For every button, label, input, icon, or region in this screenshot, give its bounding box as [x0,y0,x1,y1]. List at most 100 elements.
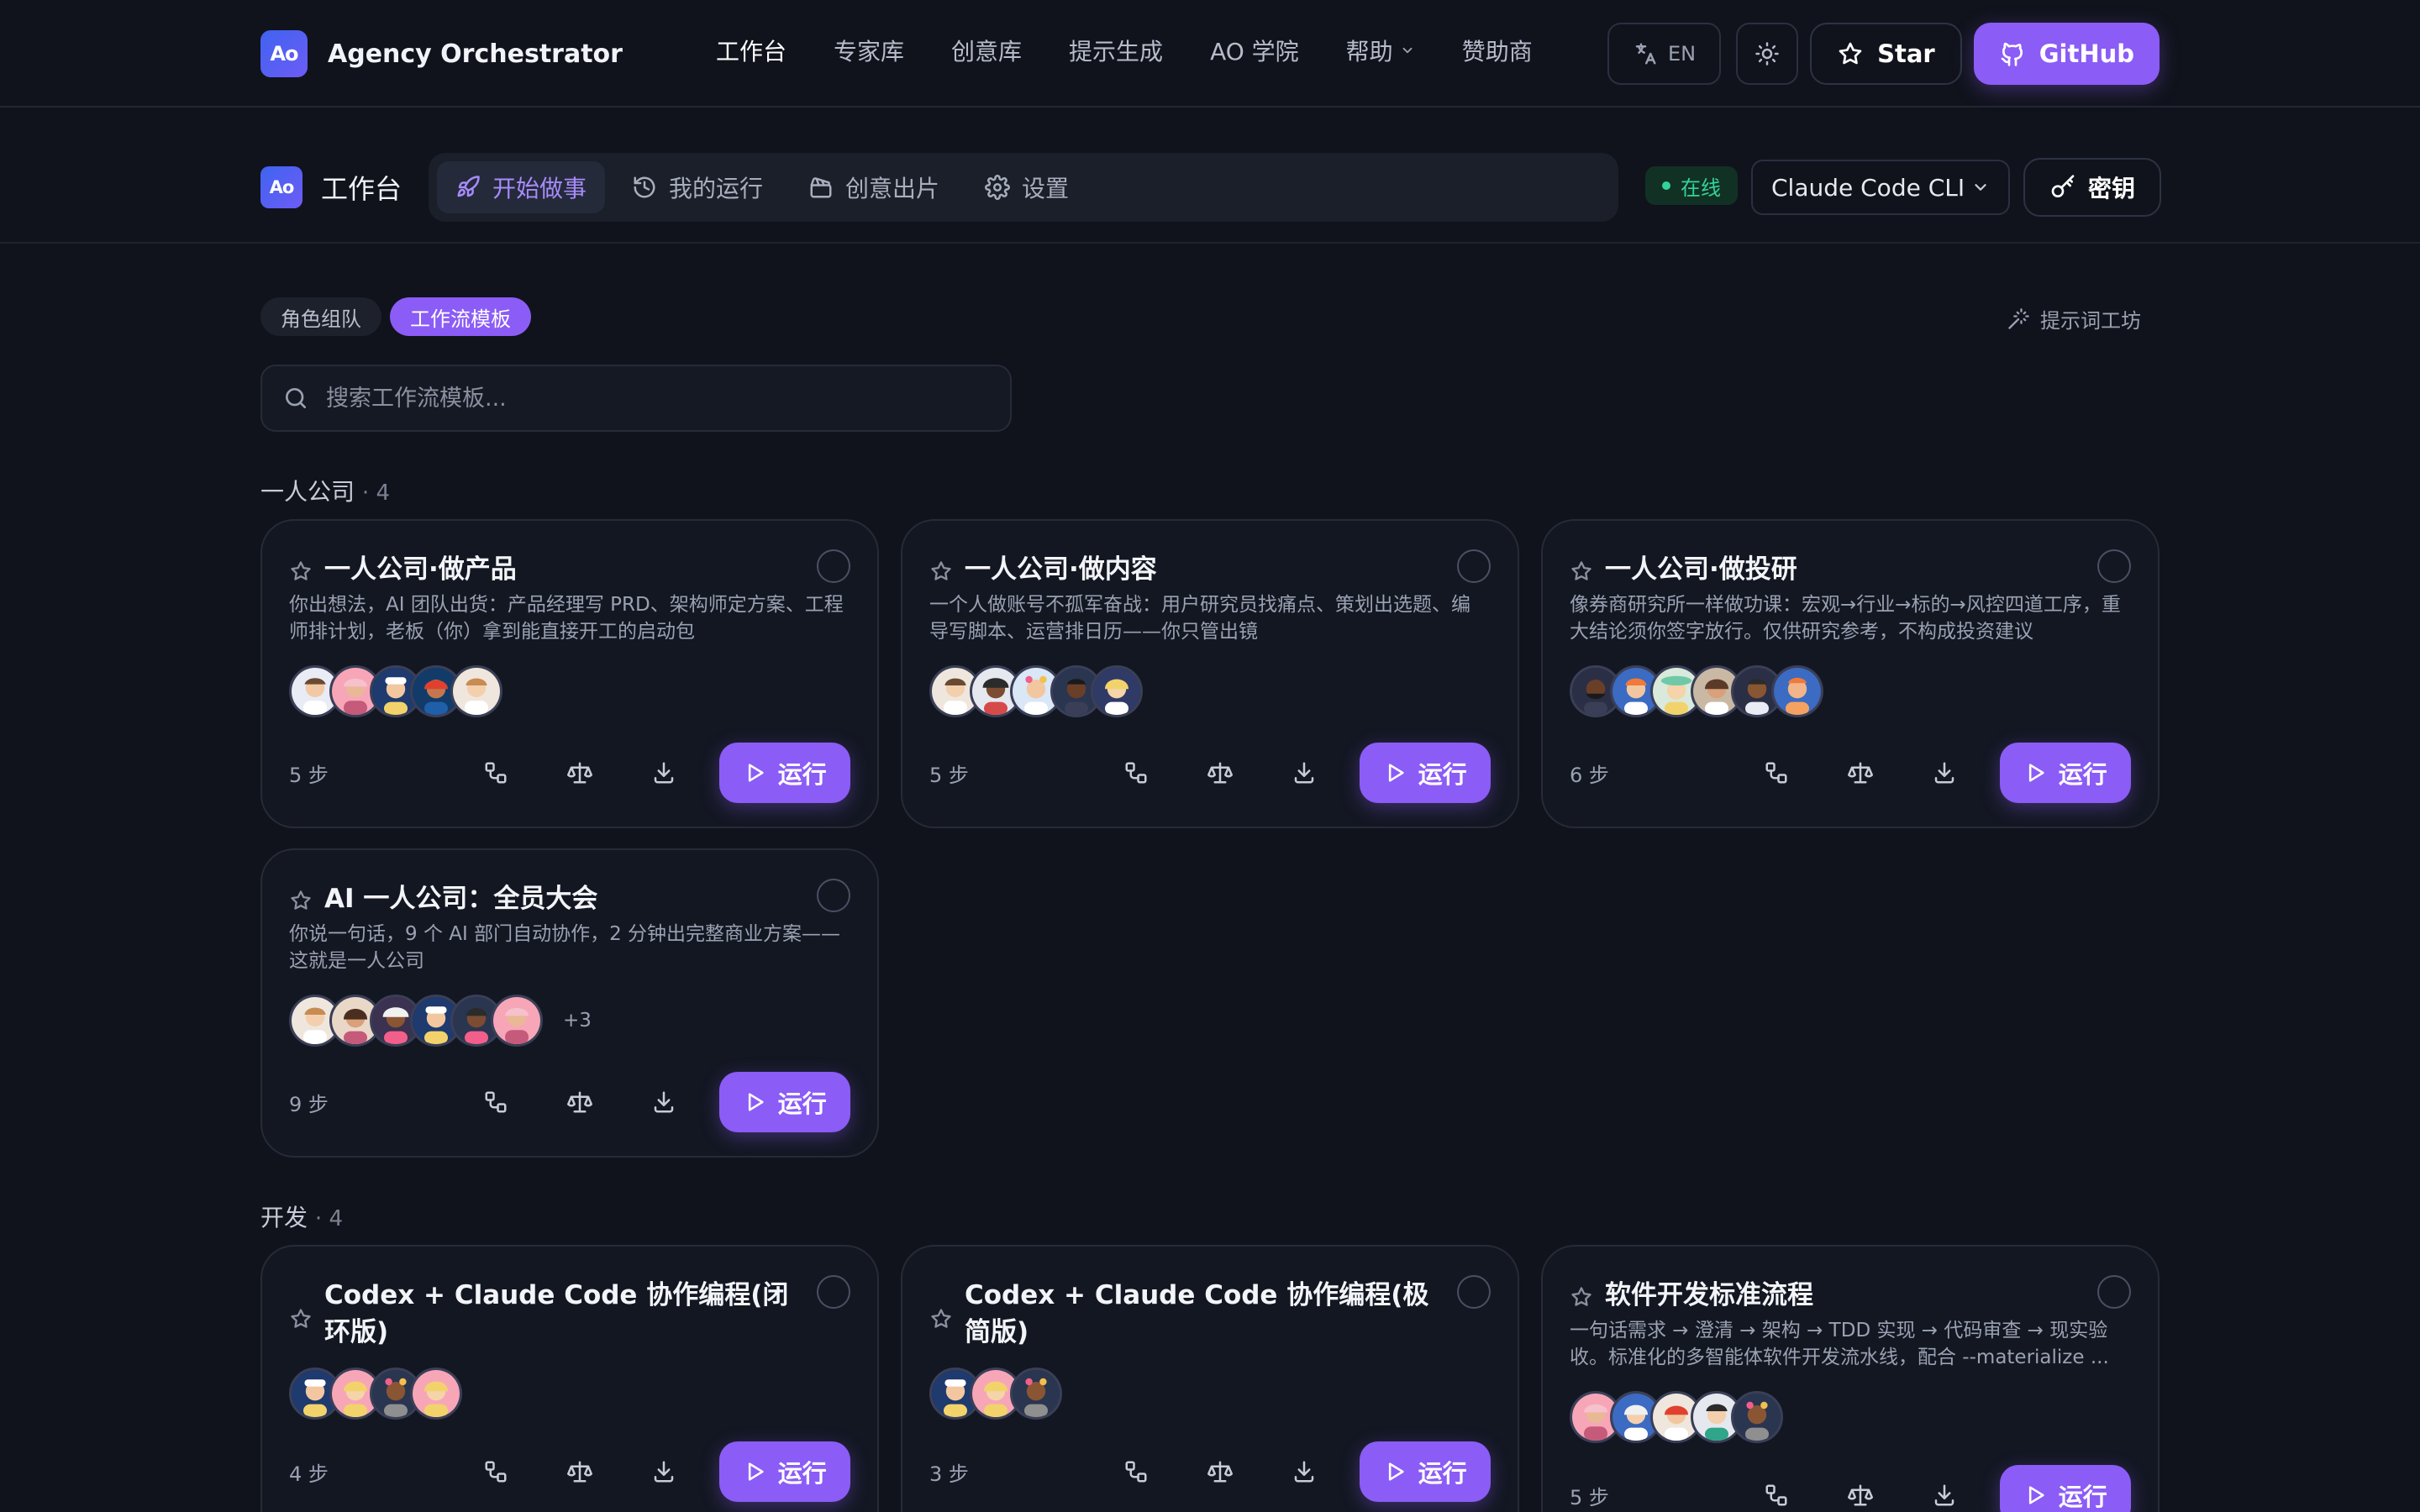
star-button[interactable]: Star [1810,23,1962,85]
run-button[interactable]: 运行 [718,743,850,803]
workflow-card[interactable]: 一人公司·做内容 一个人做账号不孤军奋战：用户研究员找痛点、策划出选题、编导写脚… [901,519,1519,828]
workflow-card[interactable]: Codex + Claude Code 协作编程(闭环版) 4 步 运行 [260,1245,879,1512]
card-title: 一人公司·做内容 [965,554,1157,585]
download-icon[interactable] [1262,760,1346,785]
select-checkbox[interactable] [817,549,850,583]
github-button[interactable]: GitHub [1973,23,2160,85]
run-label: 运行 [1418,1459,1467,1488]
api-key-button[interactable]: 密钥 [2023,158,2161,217]
avatar-group [929,1368,1062,1420]
play-icon [2028,1486,2044,1504]
prompt-workshop-link[interactable]: 提示词工坊 [2007,304,2141,333]
play-icon [748,764,764,782]
select-checkbox[interactable] [2097,549,2131,583]
tab-settings[interactable]: 设置 [966,161,1087,213]
play-icon [1388,764,1404,782]
language-button[interactable]: EN [1607,23,1722,85]
card-header: Codex + Claude Code 协作编程(极简版) [929,1277,1442,1351]
download-icon[interactable] [1902,760,1986,785]
flow-icon[interactable] [1094,760,1178,785]
scale-icon[interactable] [538,760,622,785]
download-icon[interactable] [622,1089,706,1115]
card-header: 软件开发标准流程 [1570,1277,2082,1314]
card-tools [1734,1483,1986,1508]
avatar-group [289,1368,462,1420]
run-button[interactable]: 运行 [718,1072,850,1132]
search-input[interactable] [326,385,981,412]
nav-link-academy[interactable]: AO 学院 [1210,34,1299,67]
flow-icon[interactable] [454,1459,538,1484]
scale-icon[interactable] [1178,760,1262,785]
flow-icon[interactable] [454,760,538,785]
star-outline-icon[interactable] [929,559,953,583]
select-checkbox[interactable] [1457,1275,1491,1309]
step-count: 4 步 [289,1462,329,1486]
nav-link-prompt-gen[interactable]: 提示生成 [1069,34,1163,67]
select-checkbox[interactable] [1457,549,1491,583]
star-label: Star [1877,39,1935,68]
brand[interactable]: Ao Agency Orchestrator [260,30,623,77]
star-outline-icon[interactable] [289,889,313,912]
star-outline-icon[interactable] [1570,1285,1593,1309]
theme-toggle-button[interactable] [1736,23,1799,85]
star-outline-icon[interactable] [1570,559,1593,583]
run-button[interactable]: 运行 [718,1441,850,1502]
download-icon[interactable] [1262,1459,1346,1484]
download-icon[interactable] [622,1459,706,1484]
select-checkbox[interactable] [817,1275,850,1309]
workflow-card[interactable]: Codex + Claude Code 协作编程(极简版) 3 步 运行 [901,1245,1519,1512]
select-checkbox[interactable] [2097,1275,2131,1309]
star-outline-icon[interactable] [289,559,313,583]
scale-icon[interactable] [1178,1459,1262,1484]
download-icon[interactable] [1902,1483,1986,1508]
star-outline-icon[interactable] [289,1307,313,1331]
download-icon[interactable] [622,760,706,785]
card-footer: 3 步 运行 [929,1441,1491,1502]
card-footer: 6 步 运行 [1570,743,2131,803]
run-label: 运行 [777,1089,827,1118]
chip-workflow-templates[interactable]: 工作流模板 [390,297,531,336]
workflow-card[interactable]: 一人公司·做产品 你出想法，AI 团队出货：产品经理写 PRD、架构师定方案、工… [260,519,879,828]
run-button[interactable]: 运行 [1359,743,1491,803]
chip-role-team[interactable]: 角色组队 [260,297,381,336]
flow-icon[interactable] [1734,1483,1818,1508]
logo-icon: Ao [260,30,308,77]
flow-icon[interactable] [454,1089,538,1115]
workflow-card[interactable]: 软件开发标准流程 一句话需求 → 澄清 → 架构 → TDD 实现 → 代码审查… [1541,1245,2160,1512]
scale-icon[interactable] [1818,760,1902,785]
workflow-card[interactable]: AI 一人公司：全员大会 你说一句话，9 个 AI 部门自动协作，2 分钟出完整… [260,848,879,1158]
run-button[interactable]: 运行 [1359,1441,1491,1502]
section-title-one-person: 一人公司 · 4 [260,474,390,507]
flow-icon[interactable] [1094,1459,1178,1484]
tab-creative-film[interactable]: 创意出片 [790,161,958,213]
card-description: 你说一句话，9 个 AI 部门自动协作，2 分钟出完整商业方案——这就是一人公司 [289,923,841,972]
star-outline-icon[interactable] [929,1307,953,1331]
status-badge: 在线 [1645,166,1738,205]
nav-link-help[interactable]: 帮助 [1346,34,1415,67]
run-button[interactable]: 运行 [1999,743,2131,803]
card-description: 一个人做账号不孤军奋战：用户研究员找痛点、策划出选题、编导写脚本、运营排日历——… [929,594,1470,643]
card-header: 一人公司·做投研 [1570,551,2082,588]
nav-links: 工作台 专家库 创意库 提示生成 AO 学院 帮助 赞助商 [716,34,1580,67]
workflow-card[interactable]: 一人公司·做投研 像券商研究所一样做功课：宏观→行业→标的→风控四道工序，重大结… [1541,519,2160,828]
language-label: EN [1667,42,1697,66]
magic-wand-icon [2008,307,2029,329]
nav-link-help-label: 帮助 [1345,38,1393,66]
tab-settings-label: 设置 [1022,175,1070,202]
api-key-label: 密钥 [2087,175,2135,202]
scale-icon[interactable] [538,1089,622,1115]
flow-icon[interactable] [1734,760,1818,785]
nav-link-workbench[interactable]: 工作台 [716,34,786,67]
card-footer: 5 步 运行 [1570,1465,2131,1512]
tab-start[interactable]: 开始做事 [437,161,606,213]
nav-link-sponsors[interactable]: 赞助商 [1462,34,1533,67]
nav-link-ideas[interactable]: 创意库 [951,34,1022,67]
scale-icon[interactable] [538,1459,622,1484]
run-button[interactable]: 运行 [1999,1465,2131,1512]
tab-my-runs[interactable]: 我的运行 [613,161,781,213]
run-label: 运行 [777,760,827,789]
cli-select[interactable]: Claude Code CLI [1751,160,2010,215]
scale-icon[interactable] [1818,1483,1902,1508]
nav-link-experts[interactable]: 专家库 [834,34,904,67]
select-checkbox[interactable] [817,879,850,912]
